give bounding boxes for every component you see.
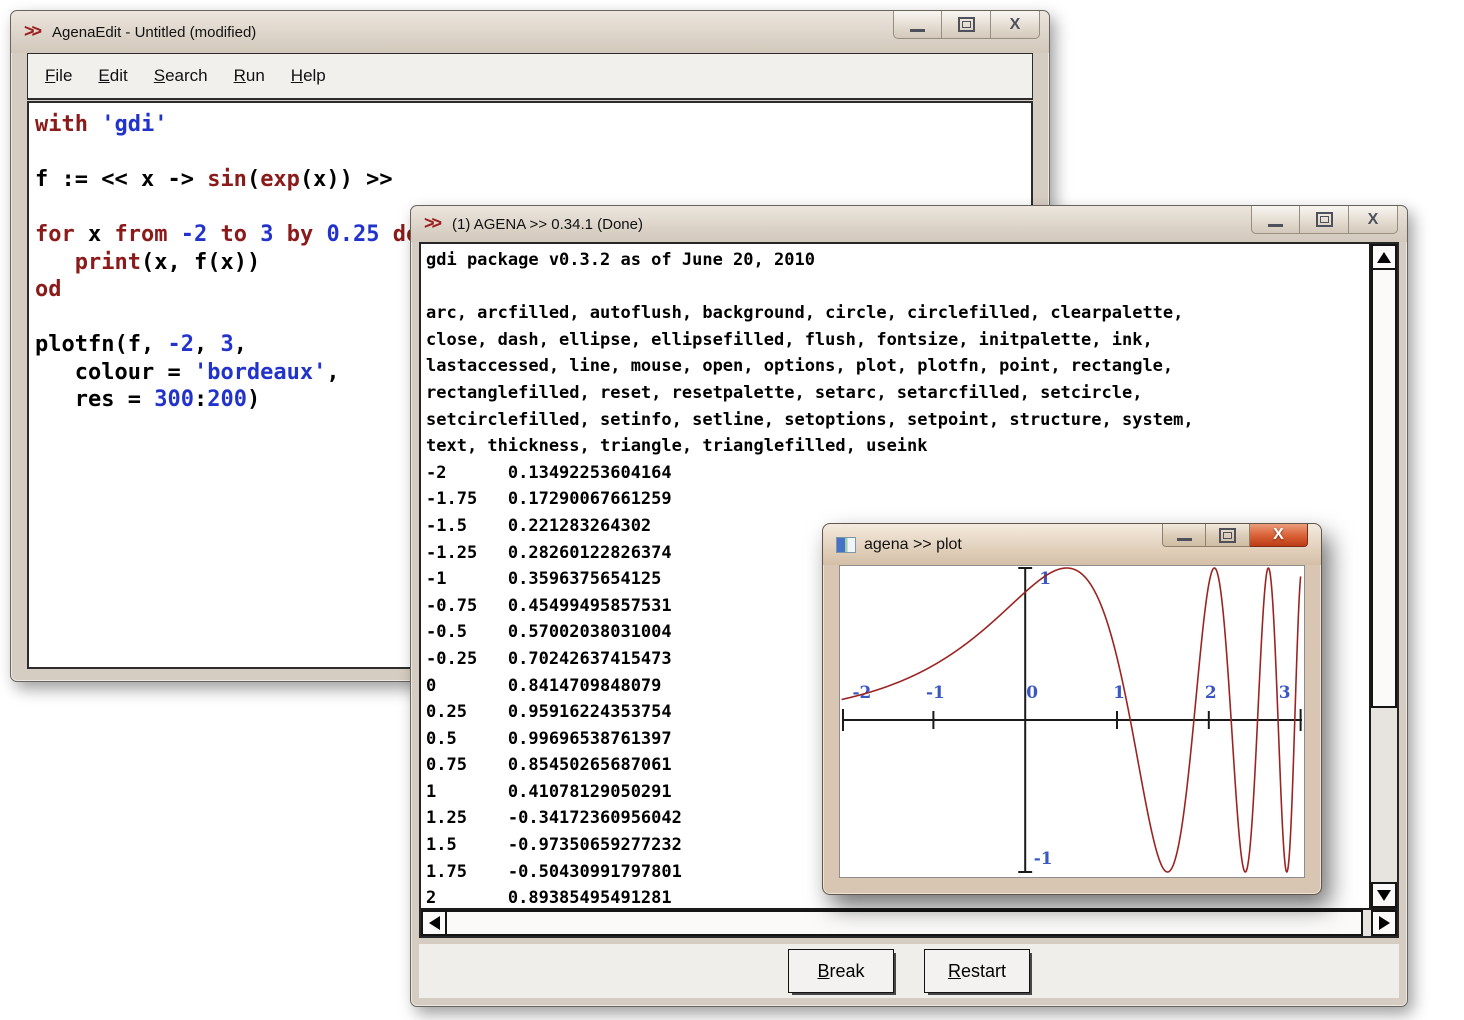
plot-title: agena >> plot	[864, 536, 962, 554]
vertical-scroll-thumb[interactable]	[1371, 270, 1397, 708]
horizontal-scroll-thumb[interactable]	[447, 910, 1363, 936]
close-button[interactable]: X	[991, 11, 1040, 39]
minimize-icon	[910, 29, 925, 32]
maximize-icon	[1219, 528, 1236, 543]
plot-window: agena >> plot X -2-101231-1	[822, 523, 1322, 895]
scroll-left-button[interactable]	[421, 910, 447, 936]
menu-bar: FileEditSearchRunHelp	[27, 53, 1033, 100]
console-line: close, dash, ellipse, ellipsefilled, flu…	[426, 327, 1364, 354]
svg-text:0: 0	[1026, 682, 1038, 702]
console-title: (1) AGENA >> 0.34.1 (Done)	[452, 216, 643, 233]
code-line: f := << x -> sin(exp(x)) >>	[35, 166, 1025, 194]
code-line	[35, 139, 1025, 167]
minimize-button[interactable]	[1162, 524, 1206, 547]
console-titlebar[interactable]: >> (1) AGENA >> 0.34.1 (Done) X	[411, 206, 1407, 242]
plot-svg: -2-101231-1	[840, 566, 1304, 877]
maximize-icon	[958, 17, 975, 32]
arrow-left-icon	[429, 916, 440, 930]
agena-chevrons-icon: >>	[424, 213, 443, 234]
console-button-row: Break Restart	[419, 944, 1399, 998]
menu-item-run[interactable]: Run	[221, 62, 278, 90]
maximize-button[interactable]	[942, 11, 991, 39]
plot-caption-buttons: X	[1162, 524, 1308, 547]
editor-title: AgenaEdit - Untitled (modified)	[52, 24, 256, 41]
plot-window-icon	[836, 537, 856, 553]
console-caption-buttons: X	[1251, 206, 1398, 234]
svg-text:3: 3	[1279, 682, 1291, 702]
arrow-right-icon	[1379, 916, 1390, 930]
minimize-icon	[1177, 538, 1192, 541]
menu-item-edit[interactable]: Edit	[85, 62, 140, 90]
console-line: setcirclefilled, setinfo, setline, setop…	[426, 407, 1364, 434]
plot-canvas: -2-101231-1	[839, 565, 1305, 878]
close-button[interactable]: X	[1349, 206, 1398, 234]
menu-item-help[interactable]: Help	[278, 62, 339, 90]
arrow-down-icon	[1377, 890, 1391, 901]
close-icon: X	[1368, 212, 1379, 228]
scroll-up-button[interactable]	[1371, 244, 1397, 270]
minimize-button[interactable]	[1251, 206, 1300, 234]
console-line	[426, 274, 1364, 301]
arrow-up-icon	[1377, 252, 1391, 263]
console-line: lastaccessed, line, mouse, open, options…	[426, 353, 1364, 380]
minimize-icon	[1268, 224, 1283, 227]
restart-button[interactable]: Restart	[924, 949, 1030, 993]
svg-text:1: 1	[1039, 568, 1051, 588]
svg-text:-1: -1	[1034, 848, 1053, 868]
vertical-scrollbar	[1369, 244, 1397, 908]
vertical-scroll-track[interactable]	[1371, 708, 1397, 882]
close-button[interactable]: X	[1250, 524, 1308, 547]
svg-text:2: 2	[1205, 682, 1217, 702]
svg-text:-1: -1	[926, 682, 945, 702]
maximize-button[interactable]	[1300, 206, 1349, 234]
close-icon: X	[1010, 17, 1021, 33]
menu-item-search[interactable]: Search	[141, 62, 221, 90]
maximize-button[interactable]	[1206, 524, 1250, 547]
console-line: -2 0.13492253604164	[426, 460, 1364, 487]
editor-caption-buttons: X	[893, 11, 1040, 39]
close-icon: X	[1273, 527, 1284, 543]
scroll-right-button[interactable]	[1371, 910, 1397, 936]
minimize-button[interactable]	[893, 11, 942, 39]
desktop: { "editor_window": { "icon": ">>", "titl…	[0, 0, 1464, 1020]
console-line: -1.75 0.17290067661259	[426, 486, 1364, 513]
menu-item-file[interactable]: File	[32, 62, 85, 90]
console-line: text, thickness, triangle, trianglefille…	[426, 433, 1364, 460]
scroll-down-button[interactable]	[1371, 882, 1397, 908]
console-line: gdi package v0.3.2 as of June 20, 2010	[426, 247, 1364, 274]
console-line: rectanglefilled, reset, resetpalette, se…	[426, 380, 1364, 407]
maximize-icon	[1316, 212, 1333, 227]
horizontal-scrollbar	[421, 908, 1397, 936]
break-button[interactable]: Break	[788, 949, 894, 993]
console-line: arc, arcfilled, autoflush, background, c…	[426, 300, 1364, 327]
editor-titlebar[interactable]: >> AgenaEdit - Untitled (modified) X	[11, 11, 1049, 53]
agena-chevrons-icon: >>	[24, 21, 43, 42]
plot-titlebar[interactable]: agena >> plot X	[823, 524, 1321, 565]
code-line: with 'gdi'	[35, 111, 1025, 139]
